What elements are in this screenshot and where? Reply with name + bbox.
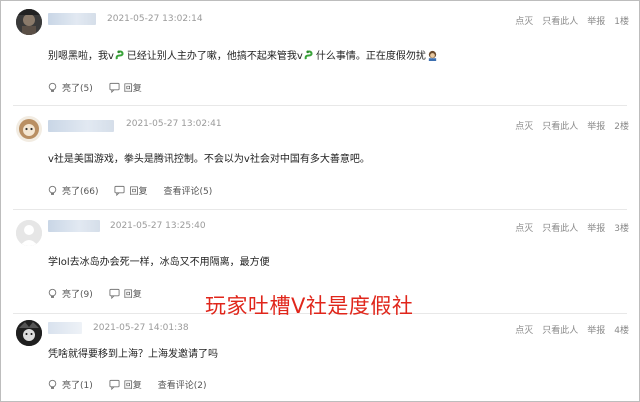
like-button[interactable]: 亮了(9): [47, 287, 93, 300]
downvote-link[interactable]: 点灭: [515, 122, 533, 132]
avatar[interactable]: [16, 116, 42, 142]
reply-label: 回复: [123, 290, 142, 300]
comment-actions: 亮了(1) 回复 查看评论(2): [47, 378, 223, 391]
comment-text-part: 什么事情。正在度假勿扰: [315, 51, 426, 62]
like-button[interactable]: 亮了(66): [47, 184, 98, 197]
floor-number: 1楼: [614, 17, 629, 27]
only-this-user-link[interactable]: 只看此人: [542, 17, 578, 27]
downvote-link[interactable]: 点灭: [515, 224, 533, 234]
reply-label: 回复: [123, 84, 142, 94]
view-comments-label: 查看评论(5): [163, 187, 213, 197]
reply-icon: [109, 288, 120, 299]
comment-tools: 点灭 只看此人 举报 2楼: [506, 119, 629, 132]
avatar[interactable]: [16, 320, 42, 346]
bulb-icon: [48, 379, 57, 389]
comment-tools: 点灭 只看此人 举报 1楼: [506, 14, 629, 27]
only-this-user-link[interactable]: 只看此人: [542, 122, 578, 132]
report-link[interactable]: 举报: [587, 224, 605, 234]
timestamp: 2021-05-27 13:25:40: [110, 221, 206, 231]
reply-icon: [114, 185, 126, 196]
username-masked[interactable]: [48, 13, 96, 25]
floor-number: 3楼: [614, 224, 629, 234]
only-this-user-link[interactable]: 只看此人: [542, 326, 578, 336]
timestamp: 2021-05-27 13:02:14: [107, 14, 203, 24]
comment-text: 凭啥就得要移到上海？上海发邀请了吗: [48, 349, 218, 360]
view-comments-label: 查看评论(2): [157, 381, 207, 391]
comment-text-part: 已经让别人主办了嗽，他搞不起来管我v: [126, 51, 303, 62]
overlay-caption: 玩家吐槽V社是度假社: [205, 294, 414, 318]
reply-button[interactable]: 回复: [109, 81, 142, 94]
comment-actions: 亮了(9) 回复: [47, 287, 158, 300]
comment-tools: 点灭 只看此人 举报 4楼: [506, 323, 629, 336]
like-label: 亮了(1): [62, 381, 93, 391]
downvote-link[interactable]: 点灭: [515, 17, 533, 27]
comment-text: 别嗯黑啦，我v 已经让别人主办了嗽，他搞不起来管我v 什么事情。正在度假勿扰: [48, 47, 439, 62]
report-link[interactable]: 举报: [587, 326, 605, 336]
timestamp: 2021-05-27 13:02:41: [126, 119, 222, 129]
view-comments-link[interactable]: 查看评论(2): [158, 378, 207, 391]
downvote-link[interactable]: 点灭: [515, 326, 533, 336]
avatar[interactable]: [16, 9, 42, 35]
like-button[interactable]: 亮了(5): [47, 81, 93, 94]
comment-text: 学lol去冰岛办会死一样，冰岛又不用隔离，最方便: [48, 257, 270, 268]
comment-tools: 点灭 只看此人 举报 3楼: [506, 221, 629, 234]
bulb-icon: [48, 288, 57, 298]
avatar[interactable]: [16, 220, 42, 246]
reply-label: 回复: [123, 381, 142, 391]
comment-text-part: 别嗯黑啦，我v: [48, 51, 114, 62]
report-link[interactable]: 举报: [587, 17, 605, 27]
snake-emoji-icon: [115, 50, 124, 60]
username-masked[interactable]: [48, 220, 100, 232]
reply-label: 回复: [129, 187, 148, 197]
comment-item-4: 2021-05-27 14:01:38 点灭 只看此人 举报 4楼 凭啥就得要移到上海…: [1, 314, 639, 402]
comment-actions: 亮了(5) 回复: [47, 81, 158, 94]
person-emoji-icon: [428, 50, 437, 61]
floor-number: 2楼: [614, 122, 629, 132]
like-label: 亮了(9): [62, 290, 93, 300]
like-label: 亮了(5): [62, 84, 93, 94]
comment-item-1: 2021-05-27 13:02:14 点灭 只看此人 举报 1楼 别嗯黑啦，我v 已经…: [1, 1, 639, 101]
username-masked[interactable]: [48, 120, 114, 132]
comment-item-2: 2021-05-27 13:02:41 点灭 只看此人 举报 2楼 v社是美国游戏，拳…: [1, 106, 639, 206]
reply-button[interactable]: 回复: [114, 184, 148, 197]
bulb-icon: [48, 185, 57, 195]
floor-number: 4楼: [614, 326, 629, 336]
like-label: 亮了(66): [62, 187, 99, 197]
only-this-user-link[interactable]: 只看此人: [542, 224, 578, 234]
reply-button[interactable]: 回复: [109, 378, 142, 391]
reply-icon: [109, 379, 120, 390]
view-comments-link[interactable]: 查看评论(5): [164, 184, 213, 197]
snake-emoji-icon: [304, 50, 313, 60]
comment-actions: 亮了(66) 回复 查看评论(5): [47, 184, 228, 197]
username-masked[interactable]: [48, 322, 82, 334]
reply-button[interactable]: 回复: [109, 287, 142, 300]
reply-icon: [109, 82, 120, 93]
bulb-icon: [48, 82, 57, 92]
like-button[interactable]: 亮了(1): [47, 378, 93, 391]
comment-text: v社是美国游戏，拳头是腾讯控制。不会以为v社会对中国有多大善意吧。: [48, 154, 370, 165]
comment-list-frame: 2021-05-27 13:02:14 点灭 只看此人 举报 1楼 别嗯黑啦，我v 已经…: [0, 0, 640, 402]
timestamp: 2021-05-27 14:01:38: [93, 323, 189, 333]
report-link[interactable]: 举报: [587, 122, 605, 132]
